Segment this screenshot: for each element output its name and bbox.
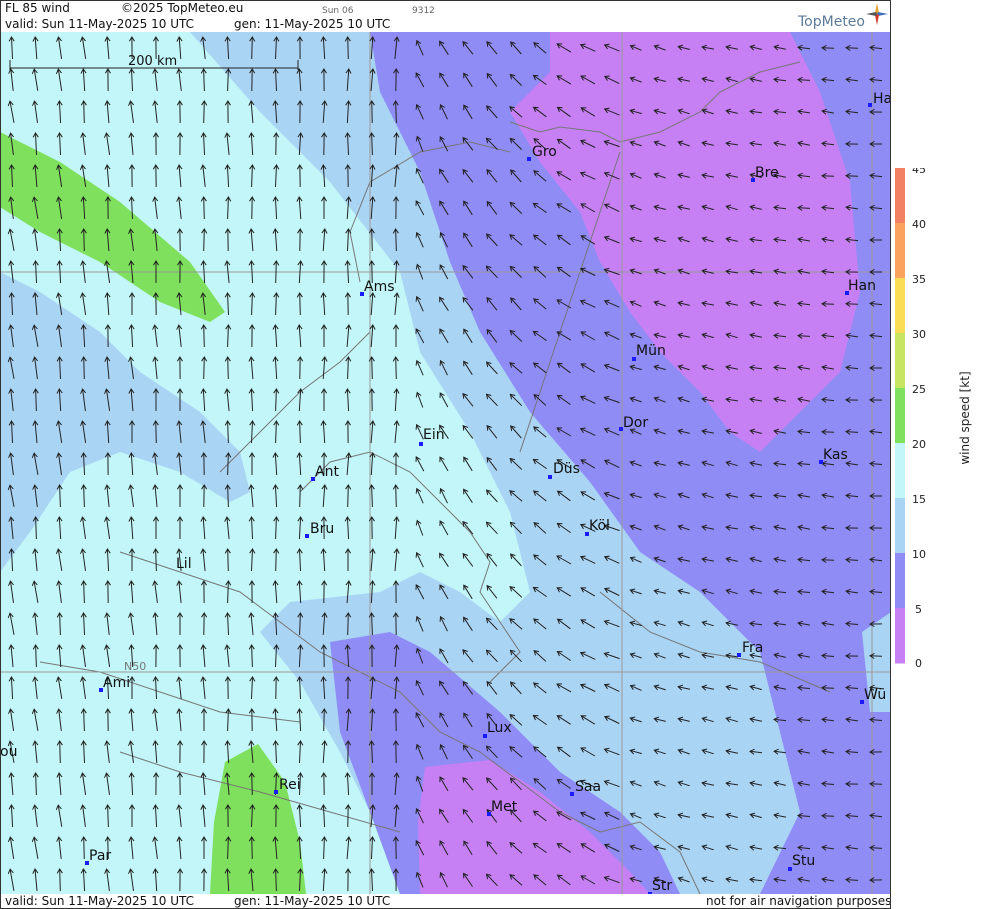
city-label[interactable]: Kas: [823, 447, 848, 463]
footer-disclaimer: not for air navigation purposes: [706, 894, 892, 908]
city-label[interactable]: Met: [491, 799, 518, 815]
city-label[interactable]: Ant: [315, 464, 339, 480]
city-label[interactable]: Lux: [487, 720, 512, 736]
wind-map[interactable]: N50 200 km Ha Gro Bre Ams Han Mün Ein Do…: [0, 32, 891, 894]
footer-valid-time: valid: Sun 11-May-2025 10 UTC: [5, 894, 194, 908]
legend-ticks: 45 40 35 30 25 20 15 10 5 0: [912, 168, 926, 668]
city-label[interactable]: Gro: [532, 144, 557, 160]
city-label[interactable]: Ha: [873, 91, 891, 107]
legend-color-band: [895, 443, 905, 499]
city-label[interactable]: Düs: [553, 461, 580, 477]
legend-color-band: [895, 223, 905, 279]
city-label[interactable]: Ams: [364, 279, 395, 295]
legend-color-band: [895, 553, 905, 609]
city-label[interactable]: Ein: [423, 427, 445, 443]
city-label[interactable]: Fra: [742, 640, 763, 656]
city-label[interactable]: Ami: [103, 675, 130, 691]
city-label[interactable]: Str: [652, 878, 672, 894]
city-label[interactable]: Par: [89, 848, 111, 864]
city-marker: [868, 103, 872, 107]
legend-tick: 20: [912, 438, 926, 451]
footer-generated-time: gen: 11-May-2025 10 UTC: [234, 894, 391, 908]
city-label[interactable]: Bre: [755, 165, 779, 181]
topmeteo-logo[interactable]: TopMeteo: [798, 14, 865, 30]
day-code: Sun 06: [322, 6, 354, 16]
legend-color-band: [895, 333, 905, 389]
city-marker: [737, 653, 741, 657]
chart-title: FL 85 wind: [5, 1, 70, 15]
copyright-text: ©2025 TopMeteo.eu: [121, 1, 244, 15]
city-label[interactable]: Rei: [279, 777, 301, 793]
legend-tick: 0: [915, 657, 922, 668]
legend-tick: 10: [912, 548, 926, 561]
scale-bar-label: 200 km: [128, 54, 177, 69]
legend-color-band: [895, 608, 905, 664]
legend-axis-label: wind speed [kt]: [958, 371, 972, 464]
legend-color-band: [895, 498, 905, 554]
city-marker: [570, 792, 574, 796]
legend-tick: 40: [912, 218, 926, 231]
wind-speed-legend: 45 40 35 30 25 20 15 10 5 0 wind speed […: [895, 168, 972, 668]
legend-tick: 5: [915, 603, 922, 616]
city-label[interactable]: ou: [0, 744, 17, 760]
legend-color-band: [895, 168, 905, 224]
legend-tick: 25: [912, 383, 926, 396]
legend-tick: 45: [912, 168, 926, 176]
city-label[interactable]: Lil: [176, 556, 192, 572]
legend-color-bands: [895, 168, 905, 664]
city-label[interactable]: Dor: [623, 415, 648, 431]
generated-time: gen: 11-May-2025 10 UTC: [234, 17, 391, 31]
city-label[interactable]: Bru: [310, 521, 334, 537]
city-label[interactable]: Saa: [575, 779, 601, 795]
city-marker: [305, 534, 309, 538]
city-label[interactable]: Wü: [864, 687, 886, 703]
city-label[interactable]: Köl: [589, 518, 610, 534]
city-label[interactable]: Mün: [636, 343, 666, 359]
city-label[interactable]: Stu: [792, 853, 815, 869]
grid-label-n50: N50: [124, 660, 146, 673]
run-code: 9312: [412, 6, 435, 16]
legend-tick: 30: [912, 328, 926, 341]
legend-color-band: [895, 388, 905, 444]
legend-tick: 15: [912, 493, 926, 506]
city-label[interactable]: Han: [848, 278, 876, 294]
legend-color-band: [895, 278, 905, 334]
city-marker: [527, 157, 531, 161]
compass-logo-icon: [866, 3, 888, 25]
city-marker: [548, 475, 552, 479]
city-marker: [274, 790, 278, 794]
valid-time: valid: Sun 11-May-2025 10 UTC: [5, 17, 194, 31]
legend-tick: 35: [912, 273, 926, 286]
